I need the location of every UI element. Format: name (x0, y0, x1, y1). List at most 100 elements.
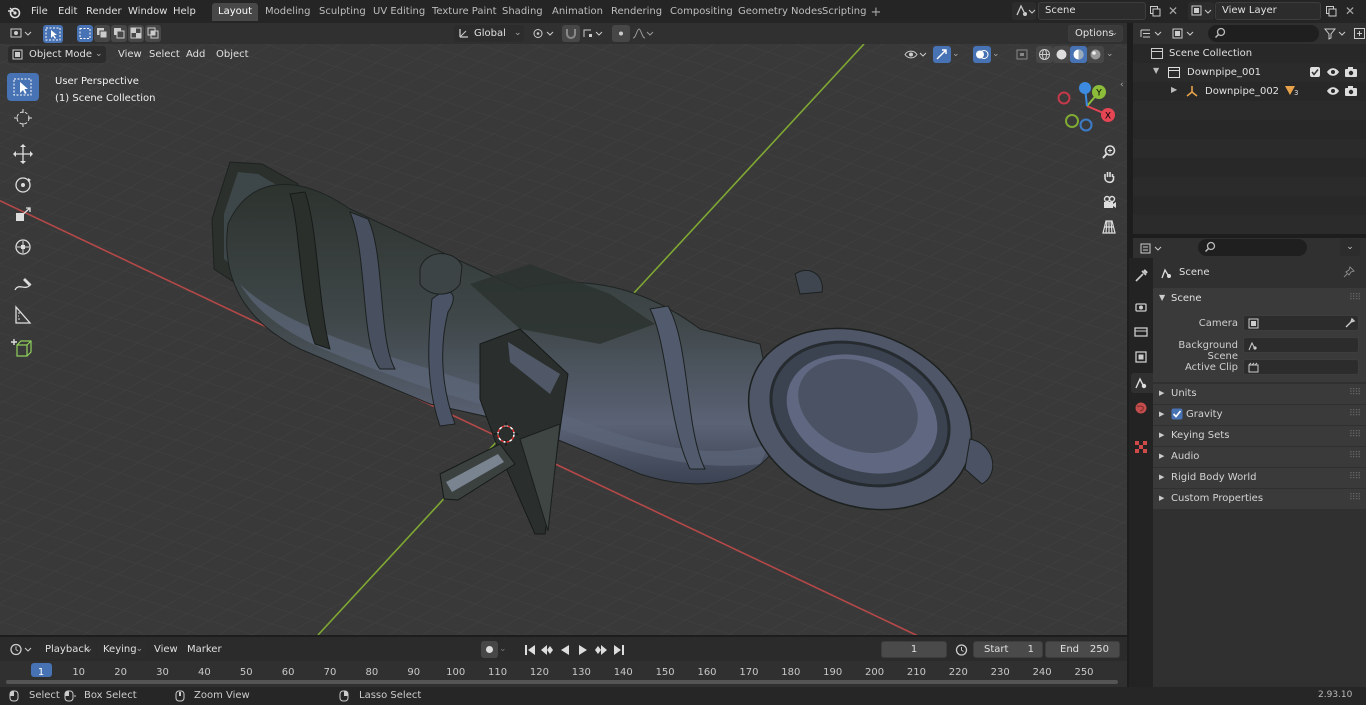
new-scene-icon[interactable] (1147, 3, 1163, 19)
view-layer-selector-button[interactable] (1188, 2, 1214, 20)
active-tool-button[interactable] (43, 25, 63, 43)
properties-editor-type-button[interactable] (1138, 240, 1166, 257)
remove-view-layer-icon[interactable]: ✕ (1342, 3, 1358, 19)
scene-selector-button[interactable] (1012, 2, 1036, 20)
select-mode-new-button[interactable] (77, 25, 93, 42)
proportional-editing-button[interactable] (612, 25, 630, 42)
drag-handle-icon[interactable]: ⠿⠿ (1349, 293, 1361, 303)
viewport-menu-add[interactable]: Add (186, 46, 205, 63)
gizmo-dropdown-chevron-icon[interactable]: ⌄ (952, 46, 966, 63)
tab-geometry-nodes[interactable]: Geometry Nodes (732, 3, 828, 21)
tab-compositing[interactable]: Compositing (664, 3, 739, 21)
keying-sets-panel-header[interactable]: ▶ Keying Sets ⠿⠿ (1153, 426, 1366, 446)
menu-window[interactable]: Window (128, 3, 167, 20)
timeline-menu-marker[interactable]: Marker (187, 641, 222, 658)
pivot-point-dropdown[interactable] (530, 25, 558, 42)
tool-transform[interactable] (7, 233, 39, 261)
new-collection-icon[interactable] (1353, 25, 1366, 42)
scene-panel-header[interactable]: ▼ Scene ⠿⠿ (1153, 288, 1366, 310)
pan-hand-icon[interactable] (1097, 166, 1121, 188)
pin-icon[interactable] (1343, 266, 1355, 278)
timeline-editor-type-button[interactable] (8, 641, 36, 658)
tool-add-cube[interactable] (7, 335, 39, 363)
texture-tab-icon[interactable] (1131, 437, 1151, 457)
jump-start-icon[interactable] (522, 641, 538, 658)
perspective-grid-icon[interactable] (1097, 216, 1121, 238)
timeline-scrollbar[interactable] (6, 680, 1118, 684)
select-mode-subtract-button[interactable] (111, 25, 127, 42)
auto-keying-chevron-icon[interactable]: ⌄ (499, 641, 513, 658)
visibility-dropdown[interactable] (903, 46, 929, 63)
gravity-panel-header[interactable]: ▶ Gravity ⠿⠿ (1153, 405, 1366, 425)
select-mode-intersect-button[interactable] (145, 25, 161, 42)
drag-handle-icon[interactable]: ⠿⠿ (1349, 493, 1361, 503)
tab-layout[interactable]: Layout (212, 3, 258, 21)
camera-render-icon[interactable] (1344, 85, 1358, 97)
eyedropper-icon[interactable] (1344, 317, 1356, 329)
shading-dropdown-chevron-icon[interactable]: ⌄ (1106, 46, 1120, 63)
custom-properties-panel-header[interactable]: ▶ Custom Properties ⠿⠿ (1153, 489, 1366, 509)
jump-prev-keyframe-icon[interactable] (539, 641, 555, 658)
record-button[interactable] (481, 641, 498, 658)
tool-rotate[interactable] (7, 171, 39, 199)
select-mode-invert-button[interactable] (128, 25, 144, 42)
units-panel-header[interactable]: ▶ Units ⠿⠿ (1153, 384, 1366, 404)
scene-name-field[interactable]: Scene (1038, 2, 1146, 20)
tool-tab-icon[interactable] (1131, 266, 1151, 286)
filter-dropdown[interactable] (1322, 25, 1350, 42)
display-mode-dropdown[interactable] (1170, 25, 1198, 42)
tab-texture-paint[interactable]: Texture Paint (426, 3, 503, 21)
shading-material-button[interactable] (1070, 46, 1087, 63)
tool-scale[interactable] (7, 202, 39, 230)
shading-rendered-button[interactable] (1087, 46, 1104, 63)
camera-field[interactable] (1243, 315, 1359, 331)
tool-cursor[interactable] (7, 104, 39, 132)
outliner-row[interactable]: ▶ Downpipe_002 3 (1133, 82, 1366, 101)
select-mode-extend-button[interactable] (94, 25, 110, 42)
overlays-toggle-button[interactable] (973, 46, 991, 63)
falloff-dropdown[interactable] (631, 25, 657, 42)
snap-toggle-button[interactable] (562, 25, 580, 42)
viewport-menu-object[interactable]: Object (216, 46, 249, 63)
new-view-layer-icon[interactable] (1323, 3, 1339, 19)
tab-modeling[interactable]: Modeling (259, 3, 317, 21)
background-scene-field[interactable] (1243, 337, 1359, 353)
menu-edit[interactable]: Edit (58, 3, 77, 20)
timeline-menu-view[interactable]: View (154, 641, 178, 658)
outliner-row[interactable]: ▼ Downpipe_001 (1133, 63, 1366, 82)
view-layer-name-field[interactable]: View Layer (1215, 2, 1321, 20)
tool-annotate[interactable] (7, 270, 39, 298)
drag-handle-icon[interactable]: ⠿⠿ (1349, 451, 1361, 461)
options-dropdown[interactable]: Options ⌄ (1068, 25, 1123, 42)
drag-handle-icon[interactable]: ⠿⠿ (1349, 409, 1361, 419)
camera-render-icon[interactable] (1344, 66, 1358, 78)
current-frame-field[interactable]: 1 (881, 641, 947, 658)
view-layer-tab-icon[interactable] (1131, 347, 1151, 367)
snap-target-dropdown[interactable] (581, 25, 607, 42)
shading-solid-button[interactable] (1053, 46, 1070, 63)
transform-orientation-dropdown[interactable]: Global ⌄ (454, 25, 524, 42)
keying-menu[interactable]: Keying ⌄ (98, 641, 146, 658)
play-reverse-icon[interactable] (557, 641, 573, 658)
add-workspace-icon[interactable]: + (870, 5, 882, 20)
gravity-checkbox[interactable] (1171, 408, 1183, 420)
eye-icon[interactable] (1326, 66, 1340, 78)
zoom-icon[interactable] (1097, 141, 1121, 163)
tool-measure[interactable] (7, 301, 39, 329)
properties-options-chevron-icon[interactable]: ⌄ (1340, 239, 1360, 256)
expand-right-icon[interactable]: ▶ (1171, 85, 1177, 94)
gizmo-toggle-button[interactable] (933, 46, 951, 63)
xray-toggle-button[interactable] (1013, 46, 1031, 63)
viewport-menu-select[interactable]: Select (149, 46, 180, 63)
menu-help[interactable]: Help (173, 3, 196, 20)
world-tab-icon[interactable] (1131, 398, 1151, 418)
tab-scripting[interactable]: Scripting (816, 3, 872, 21)
outliner-row[interactable]: Scene Collection (1133, 44, 1366, 63)
tab-animation[interactable]: Animation (546, 3, 609, 21)
drag-handle-icon[interactable]: ⠿⠿ (1349, 472, 1361, 482)
scene-tab-icon[interactable] (1131, 373, 1153, 393)
tool-move[interactable] (7, 140, 39, 168)
properties-search-input[interactable] (1198, 239, 1307, 256)
jump-end-icon[interactable] (611, 641, 627, 658)
remove-scene-icon[interactable]: ✕ (1165, 3, 1181, 19)
